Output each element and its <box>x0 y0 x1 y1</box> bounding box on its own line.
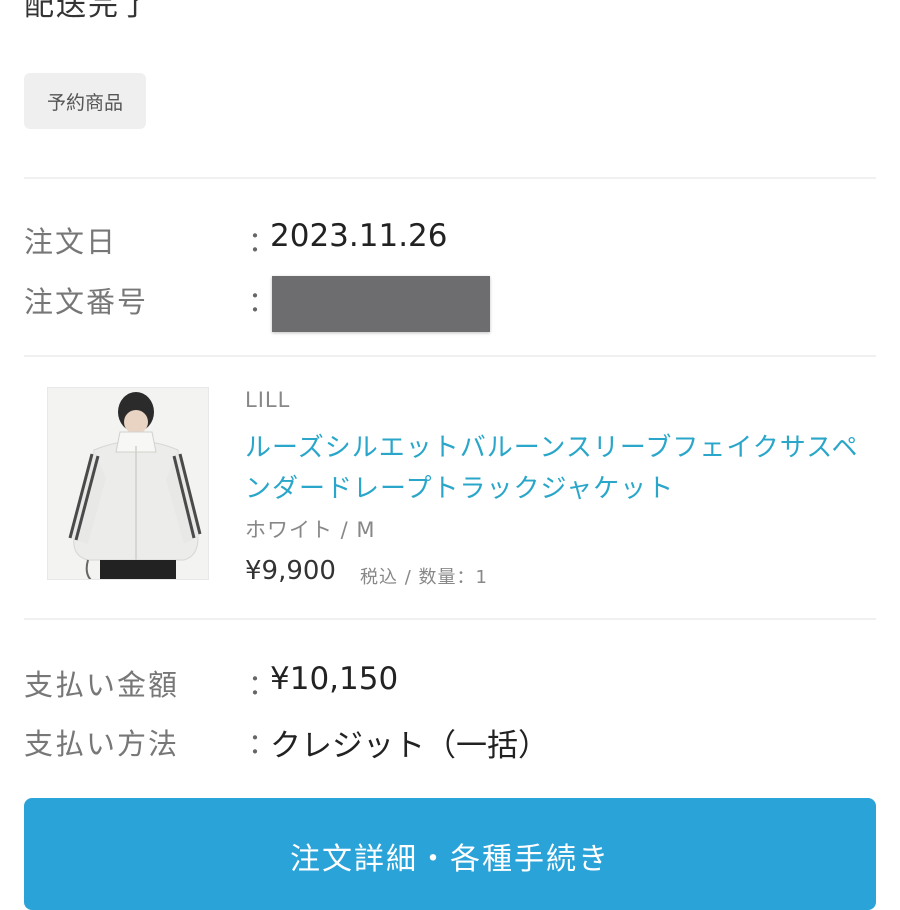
order-number-redacted <box>272 276 490 332</box>
payment-method-value: クレジット（一括） <box>270 728 549 764</box>
payment-amount-value: ¥10,150 <box>270 661 399 697</box>
order-date-label: 注文日 <box>24 225 118 259</box>
order-number-label: 注文番号 <box>24 285 149 319</box>
divider <box>24 618 876 620</box>
order-details-button-label: 注文詳細・各種手続き <box>290 842 610 877</box>
preorder-badge: 予約商品 <box>24 73 146 129</box>
product-variant: ホワイト / M <box>245 518 376 542</box>
product-name-link[interactable]: ルーズシルエットバルーンスリーブフェイクサスペンダードレープトラックジャケット <box>245 428 865 510</box>
product-price: ¥9,900 <box>245 556 336 586</box>
product-thumbnail[interactable] <box>47 387 209 580</box>
payment-amount-label: 支払い金額 <box>24 668 180 702</box>
divider <box>24 177 876 179</box>
order-details-button[interactable]: 注文詳細・各種手続き <box>24 798 876 910</box>
payment-method-label: 支払い方法 <box>24 727 180 761</box>
divider <box>24 355 876 357</box>
page-title-cutoff: 配送完了 <box>24 0 152 23</box>
product-brand: LILL <box>245 388 291 412</box>
order-date-value: 2023.11.26 <box>270 218 448 254</box>
product-photo-image <box>48 388 208 579</box>
product-price-note: 税込 / 数量：1 <box>360 567 488 588</box>
